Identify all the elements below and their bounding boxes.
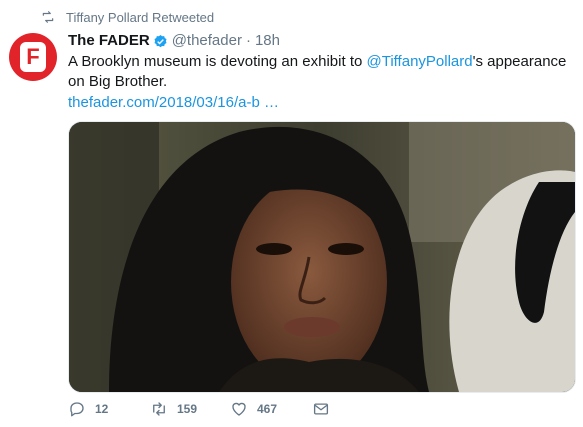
envelope-icon (313, 403, 329, 415)
reply-button[interactable]: 12 (68, 400, 150, 418)
tweet-media-image[interactable] (68, 121, 576, 393)
retweet-context[interactable]: Tiffany Pollard Retweeted (40, 8, 214, 26)
tweet-header: The FADER @thefader · 18h (68, 31, 280, 51)
tweet-text-before: A Brooklyn museum is devoting an exhibit… (68, 53, 367, 70)
retweet-count: 159 (177, 402, 198, 416)
verified-badge-icon (153, 34, 168, 49)
photo-illustration (69, 122, 575, 392)
retweet-icon (153, 402, 165, 416)
tweet-actions: 12 159 467 (68, 398, 339, 420)
mention-link[interactable]: @TiffanyPollard (367, 53, 473, 70)
tweet-text: A Brooklyn museum is devoting an exhibit… (68, 52, 568, 92)
author-name[interactable]: The FADER (68, 31, 150, 51)
retweet-icon (40, 10, 56, 24)
avatar[interactable]: F (9, 33, 57, 81)
article-link[interactable]: thefader.com/2018/03/16/a-b … (68, 93, 279, 113)
tweet-timestamp[interactable]: 18h (255, 31, 280, 51)
like-button[interactable]: 467 (230, 400, 312, 418)
reply-count: 12 (95, 402, 109, 416)
author-handle[interactable]: @thefader (172, 31, 242, 51)
reply-icon (70, 402, 84, 417)
retweet-button[interactable]: 159 (150, 400, 230, 418)
retweet-context-label: Tiffany Pollard Retweeted (66, 9, 215, 25)
separator-dot: · (245, 32, 251, 49)
fader-logo: F (20, 42, 46, 72)
heart-icon (232, 402, 246, 416)
direct-message-button[interactable] (312, 400, 339, 418)
like-count: 467 (257, 402, 278, 416)
